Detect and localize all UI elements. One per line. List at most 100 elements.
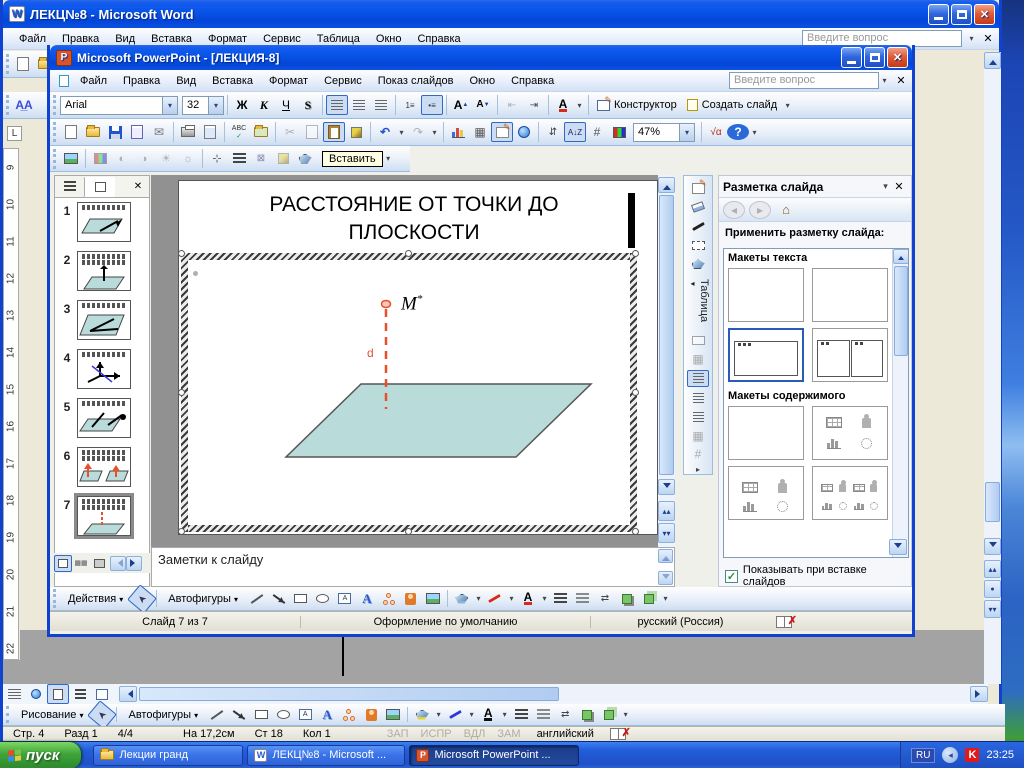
word-view-web-button[interactable] [25, 684, 47, 704]
ppt-titlebar[interactable]: P Microsoft PowerPoint - [ЛЕКЦИЯ-8] ✕ [50, 45, 912, 70]
ppt-designer-button[interactable]: Конструктор [592, 95, 682, 111]
resize-handle-e[interactable] [632, 389, 639, 396]
ppt-arrow-button[interactable] [268, 589, 290, 609]
ppt-increase-indent-button[interactable]: ⇥ [523, 95, 545, 115]
ppt-attach-button[interactable]: ✉ [148, 122, 170, 142]
layout-scroll-up-button[interactable] [893, 249, 908, 264]
task-button-word[interactable]: W ЛЕКЦ№8 - Microsoft ... [247, 744, 406, 766]
ppt-insert-table-button[interactable]: ▦ [469, 122, 491, 142]
ppt-align-center-button[interactable] [348, 95, 370, 115]
notes-scroll-down-button[interactable] [658, 571, 673, 585]
word-spellcheck-icon[interactable] [609, 726, 631, 740]
word-minimize-button[interactable] [928, 3, 949, 25]
slide-thumbnail-1[interactable] [77, 202, 131, 242]
ppt-redo-button[interactable]: ↷ [407, 122, 429, 142]
slide-thumb-row-3[interactable]: 3 [57, 300, 147, 340]
ppt-bold-button[interactable]: Ж [231, 95, 253, 115]
ppt-shadow-button[interactable]: S [297, 95, 319, 115]
layout-title-two-text[interactable] [812, 328, 888, 382]
ppt-line-color-button[interactable] [484, 589, 506, 609]
ppt-prev-slide-button[interactable]: ▴▴ [658, 501, 675, 521]
word-arrow-style-button[interactable]: ⇄ [554, 705, 576, 725]
ppt-font-combo[interactable]: Arial ▾ [60, 95, 178, 115]
word-drawing-overflow-icon[interactable]: ▾ [620, 710, 631, 719]
ppt-line-style-button[interactable] [228, 149, 250, 169]
slide-title[interactable]: РАССТОЯНИЕ ОТ ТОЧКИ ДО ПЛОСКОСТИ [239, 191, 589, 247]
ppt-new-slide-button[interactable]: Создать слайд [682, 99, 782, 111]
layout-title-two-content[interactable] [812, 466, 888, 520]
language-indicator[interactable]: RU [911, 747, 936, 763]
ppt-menu-format[interactable]: Формат [261, 72, 316, 90]
ppt-select-pointer-button[interactable]: ➤ [127, 583, 158, 614]
word-line-button[interactable] [206, 705, 228, 725]
ppt-view-sorter-button[interactable]: ▦▦ [72, 555, 90, 572]
ppt-copy-button[interactable] [301, 122, 323, 142]
word-drawing-actions-menu[interactable]: Рисование ▾ [13, 706, 91, 724]
slide-thumb-row-5[interactable]: 5 [57, 398, 147, 438]
word-view-outline-button[interactable] [69, 684, 91, 704]
slide-thumbnail-5[interactable] [77, 398, 131, 438]
ppt-align-right-button[interactable] [370, 95, 392, 115]
ppt-oval-button[interactable] [312, 589, 334, 609]
ppt-color-grayscale-button[interactable] [608, 122, 630, 142]
ppt-cut-button[interactable]: ✂ [279, 122, 301, 142]
tb-distribute-cols-button[interactable]: # [687, 446, 709, 463]
ppt-font-color-button[interactable]: A [552, 95, 574, 115]
ppt-wordart-button[interactable]: A [356, 589, 378, 609]
ppt-fill-color-button[interactable] [451, 589, 473, 609]
word-view-print-layout-button[interactable] [47, 684, 69, 704]
ppt-draw-font-color-button[interactable]: A [517, 589, 539, 609]
word-browse-select-button[interactable]: ● [984, 580, 1001, 598]
ppt-expand-all-button[interactable]: ⇵ [542, 122, 564, 142]
ppt-formula-button[interactable]: √α [705, 122, 727, 142]
hidden-icons-chevron[interactable]: ◂ [942, 747, 959, 763]
word-diagram-button[interactable] [338, 705, 360, 725]
ppt-vscroll-up-button[interactable] [658, 177, 675, 193]
ppt-research-button[interactable] [250, 122, 272, 142]
ppt-print-preview-button[interactable] [199, 122, 221, 142]
word-fill-color-button[interactable] [411, 705, 433, 725]
tb-fill-color-button[interactable] [687, 256, 709, 273]
taskpane-back-icon[interactable]: ◂ [723, 200, 745, 219]
slide-canvas[interactable]: РАССТОЯНИЕ ОТ ТОЧКИ ДО ПЛОСКОСТИ M* d [178, 180, 658, 535]
word-textbox-button[interactable]: A [294, 705, 316, 725]
ppt-ask-question-input[interactable]: Введите вопрос [729, 72, 879, 89]
layout-title-content[interactable] [728, 466, 804, 520]
tb-table-menu[interactable]: Таблица ◂ [686, 279, 710, 326]
ppt-new-button[interactable] [60, 122, 82, 142]
ppt-menu-help[interactable]: Справка [503, 72, 562, 90]
notes-placeholder-text[interactable]: Заметки к слайду [158, 552, 263, 567]
tb-align-top-button[interactable] [687, 369, 709, 388]
resize-handle-w[interactable] [178, 389, 185, 396]
ppt-clipart-button[interactable] [400, 589, 422, 609]
word-hscroll-right-button[interactable] [970, 686, 988, 702]
word-browse-prev-button[interactable]: ▴▴ [984, 560, 1001, 578]
ppt-shadow-style-button[interactable] [616, 589, 638, 609]
ppt-vscroll-thumb[interactable] [659, 195, 674, 475]
ppt-notes-area[interactable]: Заметки к слайду [151, 547, 675, 587]
ppt-dash-style-button[interactable] [572, 589, 594, 609]
ppt-align-left-button[interactable] [326, 95, 348, 115]
ppt-insert-picture-button[interactable] [60, 149, 82, 169]
ppt-menu-file[interactable]: Файл [72, 72, 115, 90]
layout-title-only[interactable] [812, 268, 888, 322]
word-hscroll-track[interactable] [137, 686, 970, 702]
show-on-insert-checkbox[interactable]: ✓ [725, 569, 738, 583]
word-ruler-tab-selector[interactable]: L [7, 126, 22, 141]
ppt-menu-window[interactable]: Окно [462, 72, 504, 90]
tb-border-width-button[interactable] [687, 237, 709, 254]
word-vscroll-down-button[interactable] [984, 538, 1001, 555]
ppt-outline-tab[interactable] [55, 176, 85, 197]
ppt-menu-slideshow[interactable]: Показ слайдов [370, 72, 462, 90]
ppt-diagram-button[interactable] [378, 589, 400, 609]
resize-handle-n[interactable] [405, 250, 412, 257]
ppt-help-button[interactable]: ? [727, 124, 749, 140]
ppt-rectangle-button[interactable] [290, 589, 312, 609]
word-select-pointer-button[interactable]: ➤ [87, 699, 118, 730]
ppt-compress-button[interactable]: ⊠ [250, 149, 272, 169]
tb-overflow-icon[interactable]: ▸ [693, 465, 704, 474]
resize-handle-ne[interactable] [632, 250, 639, 257]
ppt-autoshapes-menu[interactable]: Автофигуры ▾ [160, 590, 246, 608]
ppt-menu-edit[interactable]: Правка [115, 72, 168, 90]
ppt-line-style-button[interactable] [550, 589, 572, 609]
